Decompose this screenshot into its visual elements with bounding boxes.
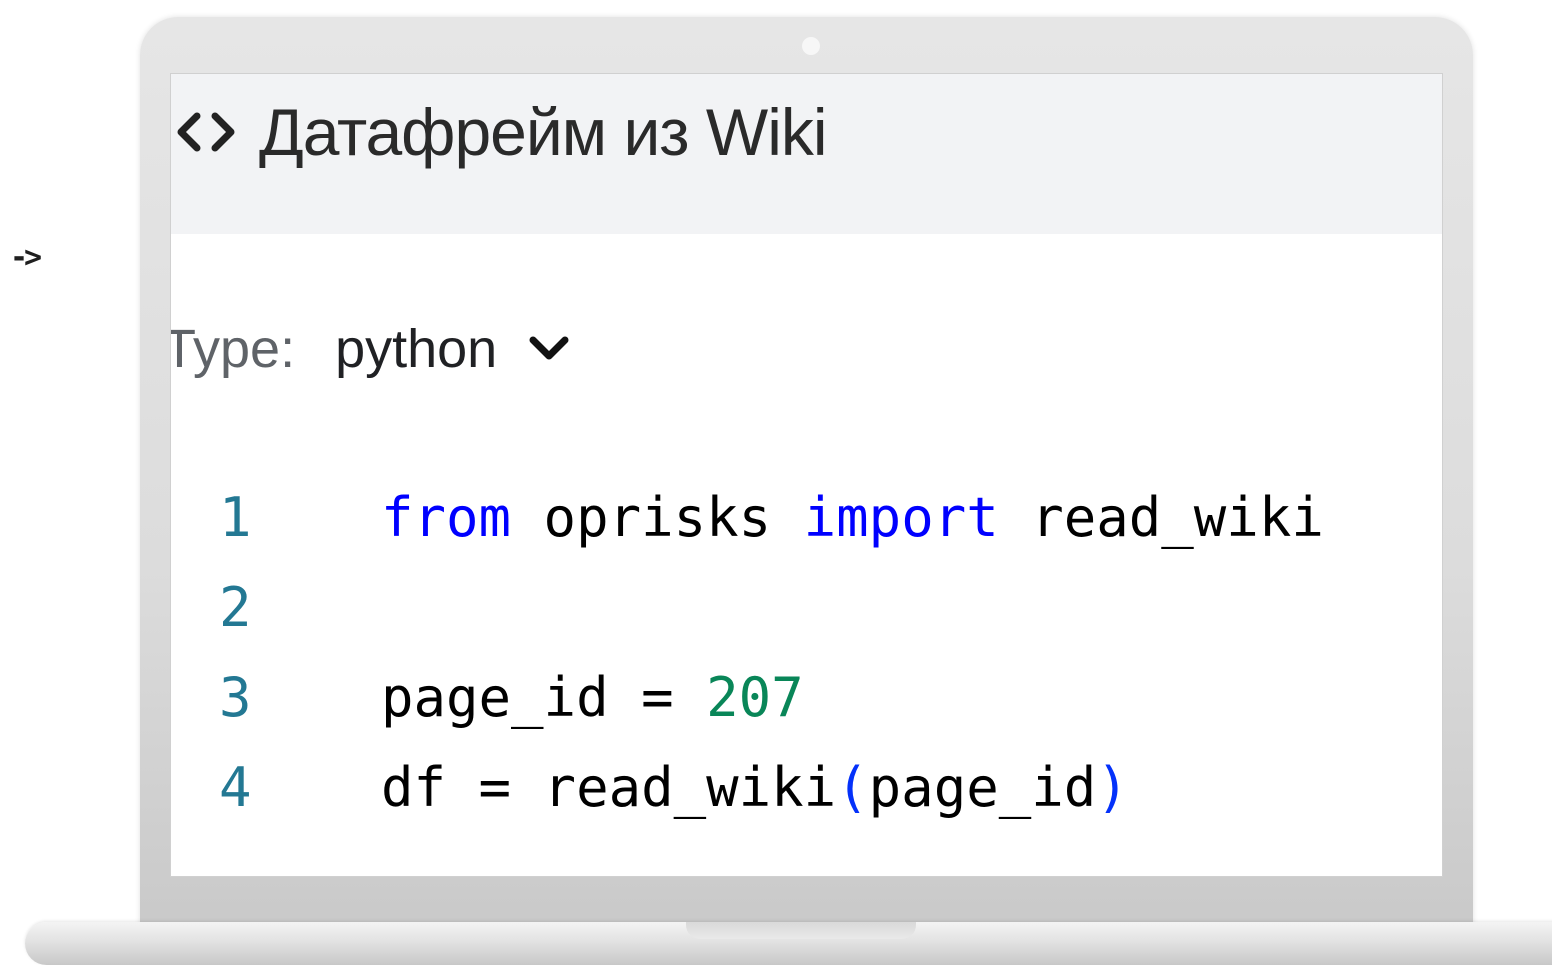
type-label: Type: [170, 319, 296, 379]
code-token-paren: ( [836, 755, 869, 819]
code-token-keyword: import [803, 485, 999, 549]
line-number: 1 [219, 485, 252, 549]
line-number: 4 [219, 755, 252, 819]
code-token-paren: ) [1096, 755, 1129, 819]
code-editor[interactable]: 1 from oprisks import read_wiki 2 3 page_id … [171, 472, 1442, 832]
code-token-keyword: from [381, 485, 512, 549]
code-line-content: page_id = 207 [381, 666, 804, 729]
cell-header: Датафрейм из Wiki [171, 95, 828, 169]
code-token-number: 207 [706, 665, 804, 729]
type-row: Type: python [170, 314, 571, 384]
type-select-value: python [335, 319, 498, 379]
code-brackets-icon [171, 102, 241, 162]
code-line: 4 df = read_wiki(page_id) [171, 742, 1442, 832]
side-arrow-marker: -> [10, 240, 42, 275]
code-token-plain: oprisks [511, 485, 804, 549]
laptop-notch [686, 922, 916, 939]
code-token-plain: df = read_wiki [381, 755, 837, 819]
code-line: 1 from oprisks import read_wiki [171, 472, 1442, 562]
laptop-camera [802, 37, 820, 55]
chevron-down-icon [497, 334, 571, 364]
code-token-plain: page_id [868, 755, 1097, 819]
page-title: Датафрейм из Wiki [259, 95, 828, 169]
line-number: 2 [219, 575, 252, 639]
code-line-content: from oprisks import read_wiki [381, 486, 1324, 549]
code-line: 3 page_id = 207 [171, 652, 1442, 742]
laptop-screen: Датафрейм из Wiki Type: python 1 from opr… [170, 73, 1443, 877]
stage: -> Датафрейм из Wiki Type: python 1 from… [0, 0, 1552, 965]
line-number: 3 [219, 665, 252, 729]
code-line: 2 [171, 562, 1442, 652]
code-token-plain: page_id = [381, 665, 707, 729]
type-select[interactable]: python [335, 318, 571, 380]
code-token-plain: read_wiki [998, 485, 1324, 549]
code-line-content: df = read_wiki(page_id) [381, 756, 1129, 819]
